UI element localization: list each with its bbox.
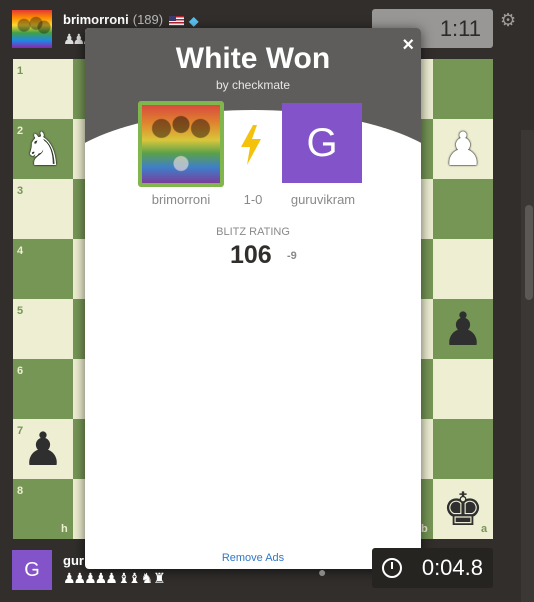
- scrollbar-thumb[interactable]: [525, 205, 533, 300]
- scrollbar-track[interactable]: [521, 130, 534, 602]
- white-knight-piece[interactable]: ♞: [13, 119, 73, 179]
- winner-avatar[interactable]: [138, 101, 224, 187]
- bottom-clock: 0:04.8: [372, 548, 493, 588]
- top-player-name[interactable]: brimorroni: [63, 12, 129, 27]
- rating-value: 106: [230, 241, 272, 269]
- bottom-player-avatar[interactable]: G: [12, 550, 52, 590]
- winner-photo: [142, 105, 220, 183]
- bottom-player-bar: G gur ♟♟♟♟♟ ♝♝ ♞ ♜ ● 0:04.8: [0, 545, 534, 602]
- square[interactable]: [433, 359, 493, 419]
- top-player-rating: (189): [132, 12, 164, 27]
- file-label: b: [421, 523, 428, 535]
- winner-name[interactable]: brimorroni: [125, 192, 237, 207]
- bottom-clock-time: 0:04.8: [421, 555, 483, 580]
- rank-label: 4: [17, 245, 24, 257]
- rank-label: 8: [17, 485, 24, 497]
- rank-label: 6: [17, 365, 24, 377]
- rating-change: -9: [287, 250, 297, 262]
- chat-icon[interactable]: ●: [318, 564, 326, 580]
- file-label: h: [61, 523, 68, 535]
- rank-label: 1: [17, 65, 24, 77]
- top-player-info: brimorroni (189) ◆: [63, 12, 198, 28]
- game-score: 1-0: [243, 192, 263, 207]
- lightning-bolt-icon: [241, 125, 261, 165]
- loser-name[interactable]: guruvikram: [268, 192, 378, 207]
- bottom-captured-pieces: ♟♟♟♟♟ ♝♝ ♞ ♜: [63, 570, 166, 586]
- square[interactable]: [433, 419, 493, 479]
- us-flag-icon: [169, 15, 185, 26]
- black-pawn-piece[interactable]: ♟: [13, 419, 73, 479]
- rating-label: BLITZ RATING: [216, 226, 290, 238]
- result-title: White Won: [175, 42, 331, 75]
- gear-icon[interactable]: ⚙: [500, 10, 516, 31]
- clock-icon: [382, 558, 402, 578]
- diamond-membership-icon: ◆: [189, 13, 199, 28]
- rank-label: 5: [17, 305, 24, 317]
- black-pawn-piece[interactable]: ♟: [433, 299, 493, 359]
- top-player-avatar[interactable]: [12, 10, 52, 48]
- result-subtitle: by checkmate: [215, 78, 291, 92]
- rank-label: 3: [17, 185, 24, 197]
- bottom-player-name[interactable]: gur: [63, 553, 84, 568]
- square[interactable]: [433, 59, 493, 119]
- square[interactable]: [433, 239, 493, 299]
- black-king-piece[interactable]: ♚: [433, 479, 493, 539]
- game-over-modal: × White Won by checkmate G brimorroni 1-…: [85, 28, 421, 569]
- square[interactable]: [433, 179, 493, 239]
- white-pawn-piece[interactable]: ♟: [433, 119, 493, 179]
- loser-avatar[interactable]: G: [282, 103, 362, 183]
